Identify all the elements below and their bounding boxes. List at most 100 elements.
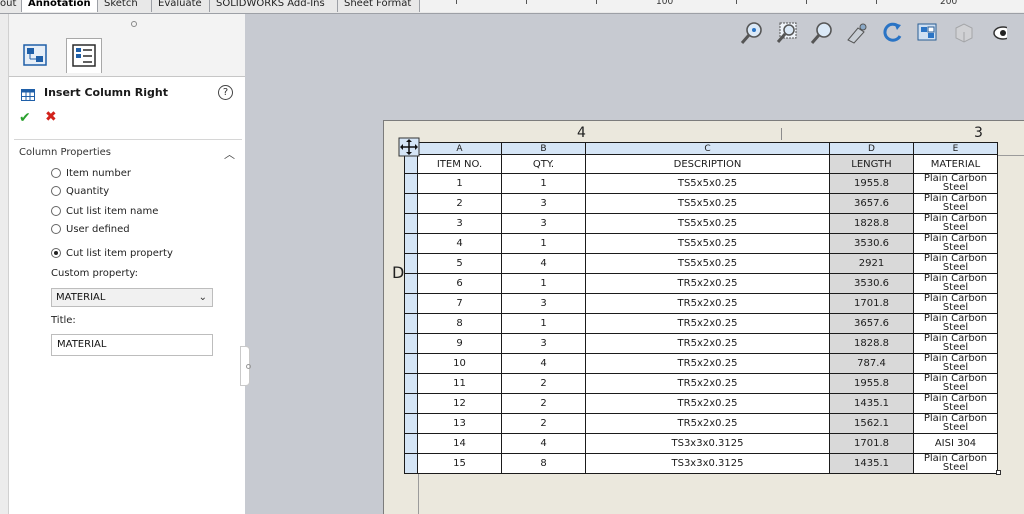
table-cell[interactable]: TR5x2x0.25 [585, 313, 830, 334]
cancel-x-icon[interactable]: ✖ [45, 109, 57, 125]
table-cell[interactable]: 6 [417, 273, 502, 294]
table-cell[interactable]: Plain Carbon Steel [913, 273, 998, 294]
table-cell[interactable]: 1955.8 [829, 373, 914, 394]
table-cell[interactable]: 2 [417, 193, 502, 214]
table-cell[interactable]: 1701.8 [829, 433, 914, 454]
table-row[interactable]: 10 4 TR5x2x0.25 787.4 Plain Carbon Steel [404, 353, 998, 374]
row-index-cell[interactable] [404, 253, 418, 274]
table-cell[interactable]: TS5x5x0.25 [585, 193, 830, 214]
row-index-cell[interactable] [404, 433, 418, 454]
table-cell[interactable]: 8 [501, 453, 586, 474]
column-header[interactable]: MATERIAL [913, 154, 998, 174]
ok-check-icon[interactable]: ✔ [19, 110, 31, 126]
row-index-cell[interactable] [404, 213, 418, 234]
table-cell[interactable]: 9 [417, 333, 502, 354]
table-cell[interactable]: TS3x3x0.3125 [585, 453, 830, 474]
panel-splitter-handle[interactable] [240, 346, 251, 386]
table-cell[interactable]: 1 [501, 233, 586, 254]
table-cell[interactable]: 4 [501, 253, 586, 274]
table-row[interactable]: 15 8 TS3x3x0.3125 1435.1 Plain Carbon Steel [404, 453, 998, 474]
column-letter-a[interactable]: A [417, 142, 502, 155]
table-cell[interactable]: Plain Carbon Steel [913, 293, 998, 314]
column-letter-c[interactable]: C [585, 142, 830, 155]
table-cell[interactable]: 1955.8 [829, 173, 914, 194]
table-cell[interactable]: 2 [501, 413, 586, 434]
table-cell[interactable]: 3657.6 [829, 313, 914, 334]
table-cell[interactable]: Plain Carbon Steel [913, 213, 998, 234]
table-cell[interactable]: Plain Carbon Steel [913, 193, 998, 214]
table-row[interactable]: 2 3 TS5x5x0.25 3657.6 Plain Carbon Steel [404, 193, 998, 214]
radio-button[interactable] [51, 224, 61, 234]
row-index-cell[interactable] [404, 313, 418, 334]
table-cell[interactable]: TR5x2x0.25 [585, 393, 830, 414]
row-index-cell[interactable] [404, 273, 418, 294]
table-cell[interactable]: 3 [501, 333, 586, 354]
table-cell[interactable]: 1828.8 [829, 333, 914, 354]
table-row[interactable]: 8 1 TR5x2x0.25 3657.6 Plain Carbon Steel [404, 313, 998, 334]
table-row[interactable]: 1 1 TS5x5x0.25 1955.8 Plain Carbon Steel [404, 173, 998, 194]
table-cell[interactable]: 1 [501, 313, 586, 334]
table-cell[interactable]: 1828.8 [829, 213, 914, 234]
table-cell[interactable]: 3 [501, 293, 586, 314]
table-cell[interactable]: Plain Carbon Steel [913, 413, 998, 434]
table-cell[interactable]: TS5x5x0.25 [585, 173, 830, 194]
column-header[interactable]: DESCRIPTION [585, 154, 830, 174]
table-cell[interactable]: 4 [417, 233, 502, 254]
feature-manager-icon[interactable] [18, 38, 54, 73]
table-cell[interactable]: 12 [417, 393, 502, 414]
row-index-cell[interactable] [404, 293, 418, 314]
table-cell[interactable]: TS5x5x0.25 [585, 253, 830, 274]
custom-property-dropdown[interactable]: MATERIAL ⌄ [51, 288, 213, 307]
hide-show-icon[interactable] [981, 20, 1013, 46]
pan-icon[interactable] [844, 20, 870, 46]
table-cell[interactable]: 7 [417, 293, 502, 314]
table-cell[interactable]: 15 [417, 453, 502, 474]
table-cell[interactable]: 14 [417, 433, 502, 454]
collapse-handle[interactable] [131, 21, 137, 27]
bill-of-materials-table[interactable]: A B C D E ITEM NO. QTY. DESCRIPTION LENGTH MATERI… [404, 142, 998, 474]
tab-sheet-format[interactable]: Sheet Format [338, 0, 420, 12]
column-letter-d[interactable]: D [829, 142, 914, 155]
table-row[interactable]: 5 4 TS5x5x0.25 2921 Plain Carbon Steel [404, 253, 998, 274]
row-index-cell[interactable] [404, 193, 418, 214]
title-input[interactable]: MATERIAL [51, 334, 213, 356]
table-cell[interactable]: AISI 304 [913, 433, 998, 454]
table-cell[interactable]: 2921 [829, 253, 914, 274]
table-cell[interactable]: 4 [501, 433, 586, 454]
table-cell[interactable]: TS5x5x0.25 [585, 233, 830, 254]
zoom-to-fit-icon[interactable] [739, 20, 765, 46]
tab-annotation[interactable]: Annotation [22, 0, 98, 12]
row-index-cell[interactable] [404, 393, 418, 414]
table-cell[interactable]: TR5x2x0.25 [585, 373, 830, 394]
column-header[interactable]: ITEM NO. [417, 154, 502, 174]
table-row[interactable]: 11 2 TR5x2x0.25 1955.8 Plain Carbon Steel [404, 373, 998, 394]
table-cell[interactable]: 1435.1 [829, 453, 914, 474]
column-letter-e[interactable]: E [913, 142, 998, 155]
table-row[interactable]: 6 1 TR5x2x0.25 3530.6 Plain Carbon Steel [404, 273, 998, 294]
property-manager-icon[interactable] [66, 38, 102, 73]
table-cell[interactable]: Plain Carbon Steel [913, 253, 998, 274]
table-cell[interactable]: Plain Carbon Steel [913, 373, 998, 394]
table-row[interactable]: 7 3 TR5x2x0.25 1701.8 Plain Carbon Steel [404, 293, 998, 314]
table-cell[interactable]: 3530.6 [829, 273, 914, 294]
table-cell[interactable]: Plain Carbon Steel [913, 233, 998, 254]
row-index-cell[interactable] [404, 333, 418, 354]
table-cell[interactable]: Plain Carbon Steel [913, 173, 998, 194]
tab-evaluate[interactable]: Evaluate [152, 0, 210, 12]
column-letter-b[interactable]: B [501, 142, 586, 155]
table-cell[interactable]: 3657.6 [829, 193, 914, 214]
table-row[interactable]: 3 3 TS5x5x0.25 1828.8 Plain Carbon Steel [404, 213, 998, 234]
table-cell[interactable]: 1 [501, 273, 586, 294]
table-cell[interactable]: TR5x2x0.25 [585, 273, 830, 294]
table-cell[interactable]: 4 [501, 353, 586, 374]
row-index-cell[interactable] [404, 453, 418, 474]
row-index-cell[interactable] [404, 353, 418, 374]
radio-button[interactable] [51, 206, 61, 216]
zoom-to-area-icon[interactable] [774, 20, 800, 46]
column-header[interactable]: QTY. [501, 154, 586, 174]
table-move-icon[interactable] [398, 137, 420, 157]
table-cell[interactable]: TS3x3x0.3125 [585, 433, 830, 454]
table-row[interactable]: 14 4 TS3x3x0.3125 1701.8 AISI 304 [404, 433, 998, 454]
table-cell[interactable]: 13 [417, 413, 502, 434]
table-cell[interactable]: Plain Carbon Steel [913, 313, 998, 334]
